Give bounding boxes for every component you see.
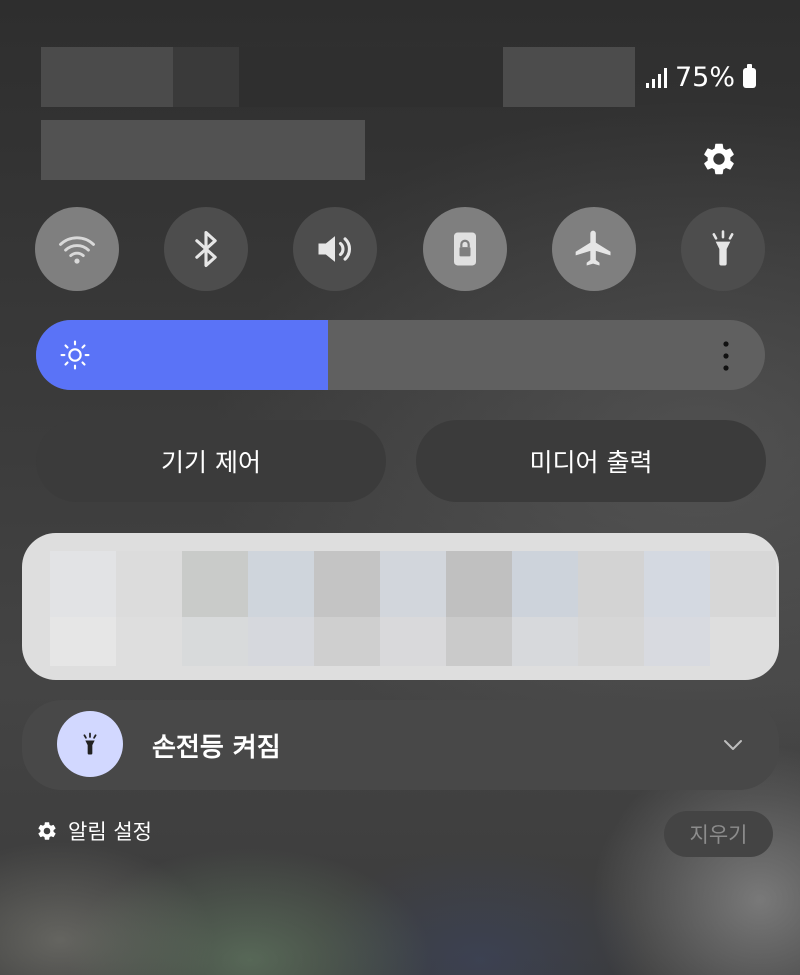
device-control-button[interactable]: 기기 제어	[36, 420, 386, 502]
toggle-sound[interactable]	[293, 207, 377, 291]
toggle-airplane-mode[interactable]	[552, 207, 636, 291]
toggle-flashlight[interactable]	[681, 207, 765, 291]
lock-icon	[454, 232, 476, 266]
sun-icon	[60, 340, 90, 370]
gear-icon[interactable]	[700, 140, 738, 178]
volume-icon	[318, 236, 352, 262]
toggle-wifi[interactable]	[35, 207, 119, 291]
toggle-rotation-lock[interactable]	[423, 207, 507, 291]
flashlight-notification[interactable]	[22, 700, 779, 790]
battery-percent: 75%	[674, 62, 735, 93]
bluetooth-icon	[195, 230, 217, 268]
brightness-slider[interactable]	[36, 320, 765, 390]
battery-icon	[743, 63, 756, 88]
redacted-date	[41, 120, 365, 180]
redacted-status-mid2	[239, 47, 503, 107]
media-output-button[interactable]: 미디어 출력	[416, 420, 766, 502]
notification-app-icon	[57, 711, 123, 777]
gear-icon	[38, 822, 56, 840]
redacted-status-left	[41, 47, 173, 107]
flashlight-icon	[83, 732, 97, 755]
redacted-media-content	[50, 551, 776, 666]
toggle-bluetooth[interactable]	[164, 207, 248, 291]
signal-icon	[645, 67, 667, 88]
flashlight-icon	[712, 230, 734, 266]
chevron-down-icon[interactable]	[721, 733, 745, 757]
wifi-icon	[59, 236, 95, 264]
redacted-status-right	[503, 47, 635, 107]
notification-settings-link[interactable]: 알림 설정	[36, 816, 152, 846]
media-card[interactable]	[22, 533, 779, 680]
notification-settings-label: 알림 설정	[68, 820, 152, 844]
redacted-status-mid	[173, 47, 239, 107]
airplane-icon	[575, 230, 611, 266]
clear-button[interactable]: 지우기	[664, 811, 773, 857]
notification-title: 손전등 켜짐	[152, 733, 281, 763]
more-vertical-icon[interactable]	[720, 340, 732, 372]
status-indicators: 75%	[645, 62, 756, 93]
